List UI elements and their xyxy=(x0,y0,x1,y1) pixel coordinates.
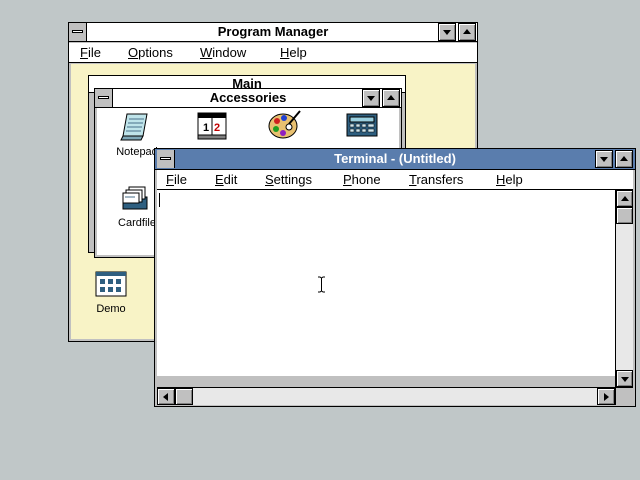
horizontal-scroll-thumb[interactable] xyxy=(175,388,193,405)
terminal-titlebar[interactable]: Terminal - (Untitled) xyxy=(155,149,635,170)
svg-text:2: 2 xyxy=(214,122,220,134)
program-manager-minimize-button[interactable] xyxy=(438,23,456,41)
i-beam-mouse-pointer-icon xyxy=(318,276,325,293)
pm-menu-help[interactable]: Help xyxy=(280,45,307,60)
terminal-minimize-button[interactable] xyxy=(595,150,613,168)
pm-menu-window[interactable]: Window xyxy=(200,45,246,60)
minimize-icon xyxy=(443,30,451,35)
vertical-scroll-thumb[interactable] xyxy=(616,207,633,224)
terminal-menu-transfers[interactable]: Transfers xyxy=(409,172,463,187)
terminal-menubar: File Edit Settings Phone Transfers Help xyxy=(157,170,633,190)
left-arrow-icon xyxy=(163,393,168,401)
accessories-minimize-button[interactable] xyxy=(362,89,380,107)
maximize-icon xyxy=(387,95,395,100)
terminal-maximize-button[interactable] xyxy=(615,150,633,168)
scroll-right-button[interactable] xyxy=(597,388,615,405)
svg-text:1: 1 xyxy=(203,122,209,134)
calendar-icon: 1 2 xyxy=(197,112,227,140)
demo-group-icon[interactable]: Demo xyxy=(83,271,139,319)
paintbrush-icon xyxy=(268,110,301,139)
minimize-icon xyxy=(600,157,608,162)
terminal-title: Terminal - (Untitled) xyxy=(334,151,456,166)
down-arrow-icon xyxy=(621,377,629,382)
calculator-icon xyxy=(346,113,378,137)
terminal-window: Terminal - (Untitled) File Edit Settings… xyxy=(154,148,636,407)
terminal-menu-help[interactable]: Help xyxy=(496,172,523,187)
maximize-icon xyxy=(463,29,471,34)
maximize-icon xyxy=(620,156,628,161)
terminal-menu-settings[interactable]: Settings xyxy=(265,172,312,187)
terminal-menu-phone[interactable]: Phone xyxy=(343,172,381,187)
pm-menu-options[interactable]: Options xyxy=(128,45,173,60)
terminal-menu-edit[interactable]: Edit xyxy=(215,172,237,187)
accessories-titlebar[interactable]: Accessories xyxy=(95,89,401,108)
accessories-maximize-button[interactable] xyxy=(382,89,400,107)
accessories-title: Accessories xyxy=(209,90,287,105)
scroll-down-button[interactable] xyxy=(616,370,633,387)
size-box xyxy=(615,387,633,405)
right-arrow-icon xyxy=(604,393,609,401)
scroll-left-button[interactable] xyxy=(157,388,175,405)
program-manager-title: Program Manager xyxy=(217,24,329,39)
program-manager-menubar: File Options Window Help xyxy=(69,43,477,63)
terminal-vertical-scrollbar[interactable] xyxy=(615,190,633,387)
demo-label: Demo xyxy=(96,303,126,315)
program-manager-maximize-button[interactable] xyxy=(458,23,476,41)
terminal-menu-file[interactable]: File xyxy=(166,172,187,187)
minimize-icon xyxy=(367,96,375,101)
program-manager-titlebar[interactable]: Program Manager xyxy=(69,23,477,42)
pm-menu-file[interactable]: File xyxy=(80,45,101,60)
notepad-icon xyxy=(120,113,148,141)
cardfile-icon xyxy=(122,186,148,210)
demo-icon xyxy=(95,271,127,297)
text-cursor xyxy=(159,193,160,207)
terminal-text-area[interactable] xyxy=(157,190,615,376)
terminal-horizontal-scrollbar[interactable] xyxy=(157,387,615,405)
up-arrow-icon xyxy=(621,196,629,201)
scroll-up-button[interactable] xyxy=(616,190,633,207)
